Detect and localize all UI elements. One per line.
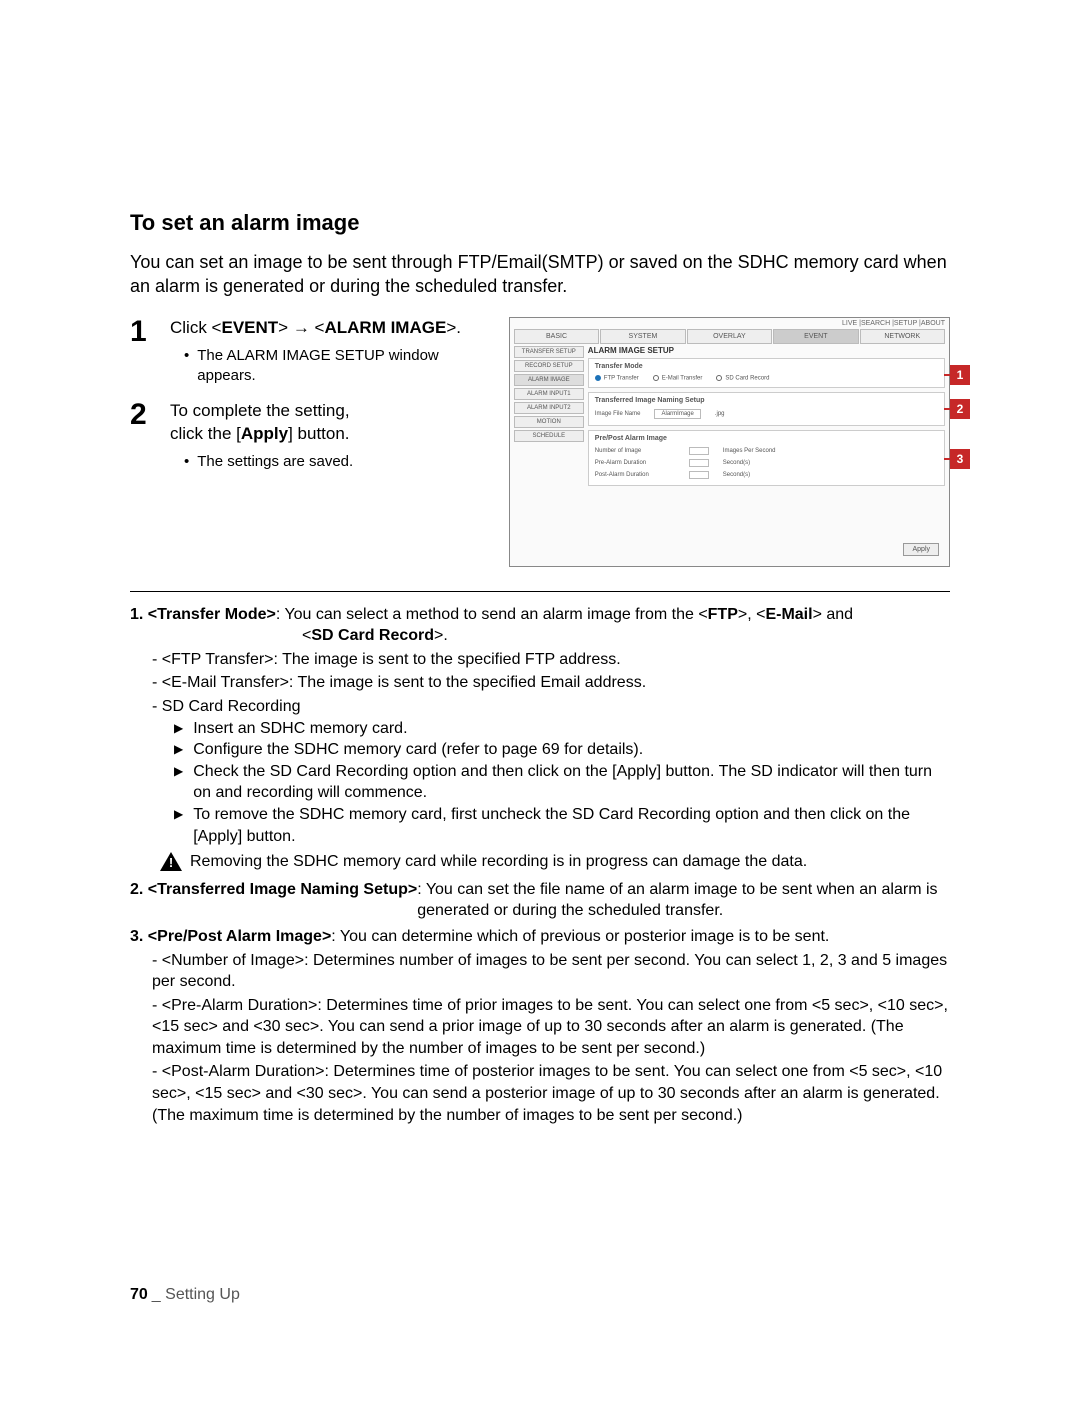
footer-label: _ Setting Up [152, 1286, 240, 1303]
label-num-image: Number of Image [595, 448, 675, 454]
tab-network[interactable]: NETWORK [860, 329, 945, 344]
description-list: 1. <Transfer Mode>: You can select a met… [130, 604, 950, 1127]
desc-3-sub3: - <Post-Alarm Duration>: Determines time… [152, 1061, 950, 1126]
step1-text: Click <EVENT> → <ALARM IMAGE>. [170, 318, 461, 337]
warning-icon [160, 852, 182, 872]
side-schedule[interactable]: SCHEDULE [514, 430, 584, 442]
shot-heading: ALARM IMAGE SETUP [588, 346, 945, 355]
step2-line2: click the [Apply] button. [170, 424, 350, 443]
label-ext: .jpg [715, 411, 725, 417]
desc-1-num: 1. [130, 606, 148, 623]
panel2-title: Transferred Image Naming Setup [595, 397, 938, 404]
tab-basic[interactable]: BASIC [514, 329, 599, 344]
input-filename[interactable]: AlarmImage [654, 409, 700, 419]
desc-3-text: : You can determine which of previous or… [331, 928, 829, 945]
callout-1: 1 [950, 365, 970, 385]
step1-bullet: The ALARM IMAGE SETUP window appears. [170, 346, 491, 387]
desc-3-sub2: - <Pre-Alarm Duration>: Determines time … [152, 995, 950, 1060]
side-alarm-image[interactable]: ALARM IMAGE [514, 374, 584, 386]
desc-1-sub2: - <E-Mail Transfer>: The image is sent t… [152, 672, 950, 694]
page-number: 70 [130, 1286, 148, 1303]
step2-line1: To complete the setting, [170, 401, 350, 420]
panel-prepost: Pre/Post Alarm Image Number of Image Ima… [588, 430, 945, 486]
tab-overlay[interactable]: OVERLAY [687, 329, 772, 344]
desc-1-tri2: Configure the SDHC memory card (refer to… [174, 739, 950, 761]
warning-row: Removing the SDHC memory card while reco… [160, 851, 950, 873]
radio-ftp[interactable]: FTP Transfer [595, 375, 639, 382]
side-alarm-input2[interactable]: ALARM INPUT2 [514, 402, 584, 414]
shot-topbar: LIVE |SEARCH |SETUP |ABOUT [510, 318, 949, 329]
desc-2-label: <Transferred Image Naming Setup> [148, 881, 417, 898]
separator [130, 591, 950, 592]
label-seconds: Second(s) [723, 472, 750, 478]
radio-sdcard[interactable]: SD Card Record [716, 375, 769, 382]
step2-bullet: The settings are saved. [170, 452, 491, 472]
desc-1-sub3: - SD Card Recording [152, 696, 950, 718]
side-alarm-input1[interactable]: ALARM INPUT1 [514, 388, 584, 400]
desc-1-tri1: Insert an SDHC memory card. [174, 718, 950, 740]
label-pre-duration: Pre-Alarm Duration [595, 460, 675, 466]
side-record-setup[interactable]: RECORD SETUP [514, 360, 584, 372]
desc-1-tri4: To remove the SDHC memory card, first un… [174, 804, 950, 847]
step-number: 1 [130, 317, 158, 386]
input-pre-duration[interactable] [689, 459, 709, 467]
desc-3-num: 3. [130, 928, 148, 945]
panel1-title: Transfer Mode [595, 363, 938, 370]
panel3-title: Pre/Post Alarm Image [595, 435, 938, 442]
desc-1-tri3: Check the SD Card Recording option and t… [174, 761, 950, 804]
desc-1-text: : You can select a method to send an ala… [276, 606, 708, 623]
callout-3: 3 [950, 449, 970, 469]
step-1: 1 Click <EVENT> → <ALARM IMAGE>. The ALA… [130, 317, 491, 386]
input-post-duration[interactable] [689, 471, 709, 479]
apply-button[interactable]: Apply [903, 543, 939, 556]
panel-transfer-mode: Transfer Mode FTP Transfer E-Mail Transf… [588, 358, 945, 389]
input-num-image[interactable] [689, 447, 709, 455]
intro-text: You can set an image to be sent through … [130, 250, 950, 299]
desc-1-label: <Transfer Mode> [148, 606, 276, 623]
label-post-duration: Post-Alarm Duration [595, 472, 675, 478]
desc-2-text: : You can set the file name of an alarm … [417, 879, 950, 922]
label-ips: Images Per Second [723, 448, 776, 454]
desc-1-sub1: - <FTP Transfer>: The image is sent to t… [152, 649, 950, 671]
desc-2-num: 2. [130, 881, 148, 898]
screenshot-mock: LIVE |SEARCH |SETUP |ABOUT BASIC SYSTEM … [509, 317, 950, 567]
label-filename: Image File Name [595, 411, 641, 417]
step-number: 2 [130, 400, 158, 472]
side-motion[interactable]: MOTION [514, 416, 584, 428]
side-transfer-setup[interactable]: TRANSFER SETUP [514, 346, 584, 358]
page-footer: 70_ Setting Up [130, 1286, 240, 1304]
radio-email[interactable]: E-Mail Transfer [653, 375, 703, 382]
tab-system[interactable]: SYSTEM [600, 329, 685, 344]
step-2: 2 To complete the setting, click the [Ap… [130, 400, 491, 472]
panel-naming: Transferred Image Naming Setup Image Fil… [588, 392, 945, 426]
desc-3-sub1: - <Number of Image>: Determines number o… [152, 950, 950, 993]
section-title: To set an alarm image [130, 210, 950, 236]
desc-3-label: <Pre/Post Alarm Image> [148, 928, 332, 945]
warning-text: Removing the SDHC memory card while reco… [190, 851, 807, 873]
label-seconds: Second(s) [723, 460, 750, 466]
callout-2: 2 [950, 399, 970, 419]
tab-event[interactable]: EVENT [773, 329, 858, 344]
